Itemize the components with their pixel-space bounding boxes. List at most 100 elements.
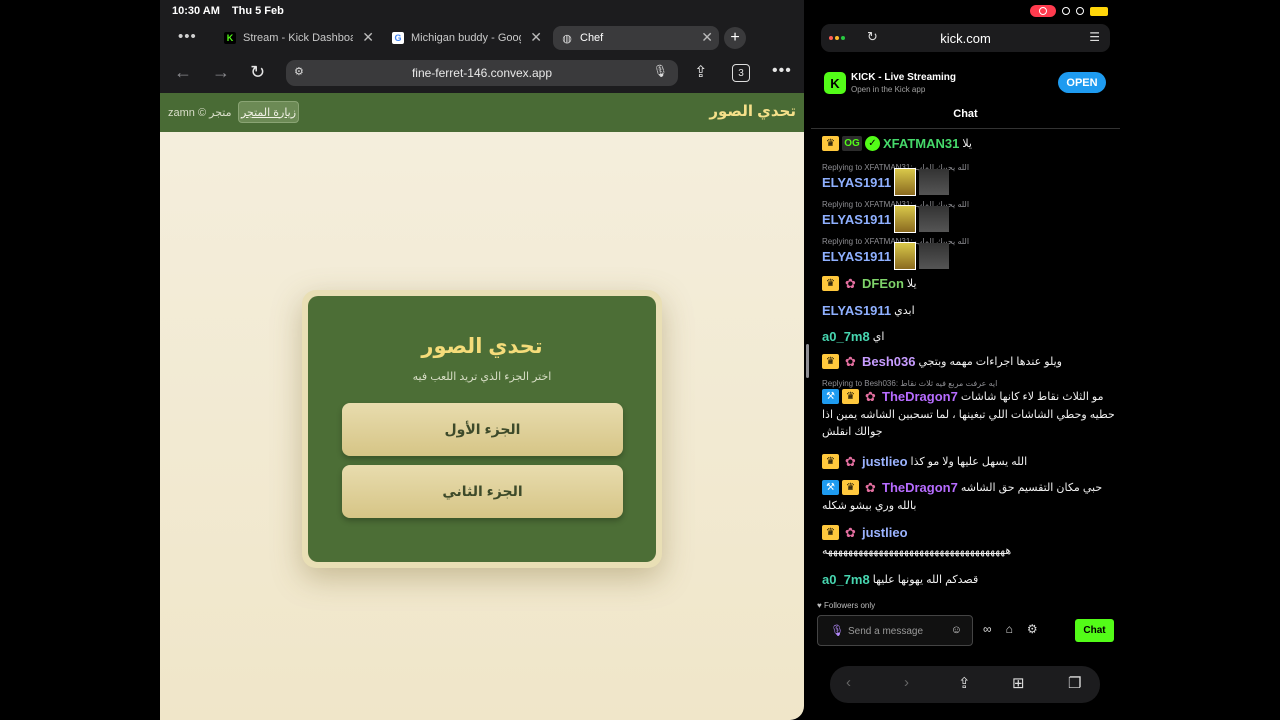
emote-image [919, 206, 950, 232]
emote-image [894, 242, 917, 270]
emote-image [919, 169, 950, 195]
chat-message: Replying to XFATMAN31: الله يحييك الماب … [822, 237, 1112, 270]
back-arrow-icon[interactable]: ← [174, 62, 192, 83]
chat-send-button[interactable]: Chat [1075, 619, 1114, 642]
emoji-icon[interactable]: ☺ [951, 624, 962, 636]
card-title: تحدي الصور [421, 335, 543, 358]
username[interactable]: ELYAS1911 [822, 175, 891, 190]
forward-arrow-icon[interactable]: › [904, 674, 909, 691]
close-tab-icon[interactable]: ✕ [701, 29, 713, 46]
reload-icon[interactable]: ↻ [250, 62, 265, 83]
tab-kick-dashboard[interactable]: K Stream - Kick Dashboard ✕ [224, 26, 374, 50]
part-two-button[interactable]: الجزء الثاني [342, 465, 623, 518]
chat-message-input[interactable] [848, 622, 948, 640]
verified-badge-icon: ✓ [865, 136, 880, 151]
message-text: مو الثلاث نقاط لاء كانها شاشات [960, 391, 1104, 403]
challenge-card: تحدي الصور اختر الجزء الذي تريد اللعب في… [308, 296, 656, 562]
username[interactable]: XFATMAN31 [883, 136, 959, 151]
tab-title: Chef [580, 32, 604, 44]
address-bar[interactable]: ⚙ fine-ferret-146.convex.app 🎙 [286, 60, 678, 86]
followers-only-text: Followers only [823, 601, 876, 610]
url-text: fine-ferret-146.convex.app [411, 66, 553, 80]
chat-list[interactable]: ♛ OG ✓ XFATMAN31 يلا Replying to XFATMAN… [811, 130, 1120, 595]
reload-icon[interactable]: ↻ [867, 29, 878, 45]
crown-badge-icon: ♛ [822, 454, 839, 469]
chat-message: a0_7m8 اي [822, 329, 1112, 344]
emote-image [919, 243, 950, 269]
username[interactable]: ELYAS1911 [822, 212, 891, 227]
username[interactable]: a0_7m8 [822, 329, 870, 344]
close-tab-icon[interactable]: ✕ [362, 29, 374, 46]
username[interactable]: ELYAS1911 [822, 303, 891, 318]
message-text: يلا [962, 138, 972, 150]
reply-context: Replying to Besh036: ايه عرفت مربع فيه ث… [822, 379, 998, 388]
og-badge-icon: OG [842, 136, 862, 151]
tab-google[interactable]: G Michigan buddy - Google ✕ [392, 26, 542, 50]
moderator-badge-icon: ⚒ [822, 389, 839, 404]
safari-bottom-toolbar: ‹ › ⇪ ⊞ ❐ [830, 666, 1100, 703]
more-menu-icon[interactable]: ••• [772, 62, 792, 80]
crown-badge-icon: ♛ [842, 389, 859, 404]
status-icons [1030, 5, 1108, 17]
address-bar[interactable]: kick.com ↻ ☰ [821, 24, 1110, 52]
site-title: تحدي الصور [709, 103, 796, 120]
app-banner: K KICK - Live Streaming Open in the Kick… [811, 62, 1120, 104]
points-icon[interactable]: ∞ [983, 622, 992, 636]
bookmarks-icon[interactable]: ⊞ [1012, 674, 1025, 692]
tabs-icon[interactable]: ❐ [1068, 674, 1081, 692]
visit-store-button[interactable]: زيارة المتجر [238, 101, 299, 123]
chat-message: ELYAS1911 ابدي [822, 303, 1112, 318]
google-favicon-icon: G [392, 32, 404, 44]
open-app-button[interactable]: OPEN [1058, 72, 1106, 93]
chat-message: Replying to Besh036: ايه عرفت مربع فيه ث… [822, 379, 1115, 438]
username[interactable]: DFEon [862, 276, 904, 291]
tab-bar: ••• K Stream - Kick Dashboard ✕ G Michig… [160, 24, 804, 52]
store-icon[interactable]: ⌂ [1006, 622, 1013, 636]
flower-badge-icon: ✿ [845, 275, 856, 291]
crown-badge-icon: ♛ [822, 354, 839, 369]
crown-badge-icon: ♛ [842, 480, 859, 495]
flower-badge-icon: ✿ [845, 453, 856, 469]
username[interactable]: justlieo [862, 525, 908, 540]
part-one-button[interactable]: الجزء الأول [342, 403, 623, 456]
username[interactable]: TheDragon7 [882, 389, 958, 404]
tab-title: Stream - Kick Dashboard [243, 32, 353, 44]
microphone-icon[interactable]: 🎙 [653, 64, 668, 78]
crown-badge-icon: ♛ [822, 276, 839, 291]
challenge-card-frame: تحدي الصور اختر الجزء الذي تريد اللعب في… [302, 290, 662, 568]
username[interactable]: ELYAS1911 [822, 249, 891, 264]
tab-overview-dots-icon[interactable]: ••• [178, 28, 197, 45]
crown-badge-icon: ♛ [822, 136, 839, 151]
microphone-icon[interactable]: 🎙 [830, 624, 844, 637]
url-text: kick.com [940, 31, 991, 46]
reader-icon[interactable]: ☰ [1089, 30, 1100, 44]
message-text: حبي مكان التقسيم حق الشاشه [960, 482, 1103, 494]
chat-message: ♛ ✿ Besh036 ويلو عندها اجراءات مهمه وبتج… [822, 354, 1112, 369]
close-tab-icon[interactable]: ✕ [530, 29, 542, 46]
message-text-line: جوالك انقلش [822, 426, 883, 438]
chat-message: Replying to XFATMAN31: الله يحييك الماب … [822, 200, 1112, 233]
flower-badge-icon: ✿ [865, 388, 876, 404]
chat-message: ♛ ✿ justlieo ههههههههههههههههههههههههههه… [822, 525, 1112, 557]
chat-tools: ∞ ⌂ ⚙ [983, 622, 1038, 636]
tab-chef[interactable]: ◍ Chef ✕ [553, 26, 719, 50]
username[interactable]: a0_7m8 [822, 572, 870, 587]
split-view-handle[interactable] [806, 344, 809, 378]
share-icon[interactable]: ⇪ [694, 62, 707, 82]
tab-count-button[interactable]: 3 [732, 64, 750, 82]
message-text-line: ههههههههههههههههههههههههههههههههههههه [822, 545, 1012, 557]
kick-favicon-icon: K [224, 32, 236, 44]
username[interactable]: justlieo [862, 454, 908, 469]
message-text-line: حطيه وحطي الشاشات اللي تبغينها ، لما تسح… [822, 409, 1115, 421]
forward-arrow-icon[interactable]: → [212, 62, 230, 83]
chat-input-box[interactable]: 🎙 ☺ [817, 615, 973, 646]
settings-gear-icon[interactable]: ⚙ [1027, 622, 1038, 636]
username[interactable]: Besh036 [862, 354, 915, 369]
chat-message: ♛ OG ✓ XFATMAN31 يلا [822, 136, 1112, 151]
share-icon[interactable]: ⇪ [958, 674, 971, 692]
kick-logo-icon: K [824, 72, 846, 94]
back-arrow-icon[interactable]: ‹ [846, 674, 851, 691]
page-settings-icon[interactable]: ⚙ [294, 65, 308, 79]
new-tab-button[interactable]: + [724, 27, 746, 49]
username[interactable]: TheDragon7 [882, 480, 958, 495]
